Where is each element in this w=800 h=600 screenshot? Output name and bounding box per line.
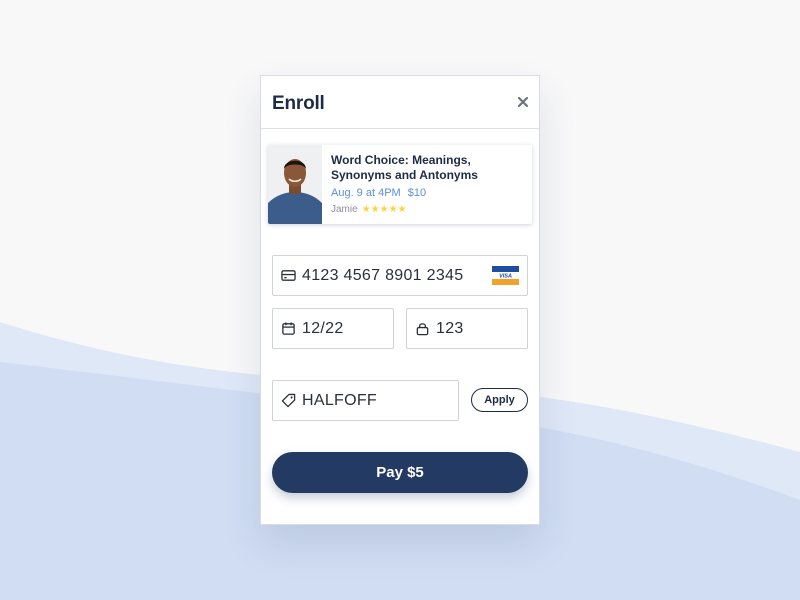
expiry-input[interactable] [302, 319, 393, 338]
tutor-avatar [268, 145, 322, 224]
course-title: Word Choice: Meanings, Synonyms and Anto… [331, 153, 478, 182]
cvc-field[interactable] [406, 308, 528, 349]
tutor-name: Jamie [331, 204, 358, 215]
expiry-field[interactable] [272, 308, 394, 349]
course-meta: Aug. 9 at 4PM $10 [331, 187, 426, 199]
card-number-input[interactable] [302, 266, 492, 285]
visa-logo: VISA [492, 266, 519, 285]
promo-code-field[interactable] [272, 380, 459, 421]
pay-button[interactable]: Pay $5 [272, 452, 528, 493]
tag-icon [281, 393, 296, 408]
visa-text: VISA [499, 274, 512, 280]
apply-button[interactable]: Apply [471, 388, 528, 412]
course-card[interactable]: Word Choice: Meanings, Synonyms and Anto… [268, 145, 532, 224]
calendar-icon [282, 322, 295, 335]
modal-header: Enroll [261, 76, 539, 129]
course-date: Aug. 9 at 4PM [331, 187, 401, 199]
promo-code-input[interactable] [302, 391, 458, 410]
cvc-input[interactable] [436, 319, 527, 338]
card-number-field[interactable]: VISA [272, 255, 528, 296]
close-icon[interactable] [515, 94, 531, 110]
tutor-line: Jamie ★★★★★ [331, 204, 407, 215]
enroll-modal: Enroll Word Choice: Meanings, Synonyms a… [260, 75, 540, 525]
course-price: $10 [407, 187, 427, 199]
modal-title: Enroll [272, 93, 325, 114]
rating-stars: ★★★★★ [361, 204, 407, 215]
credit-card-icon [281, 270, 296, 281]
lock-icon [416, 323, 429, 336]
